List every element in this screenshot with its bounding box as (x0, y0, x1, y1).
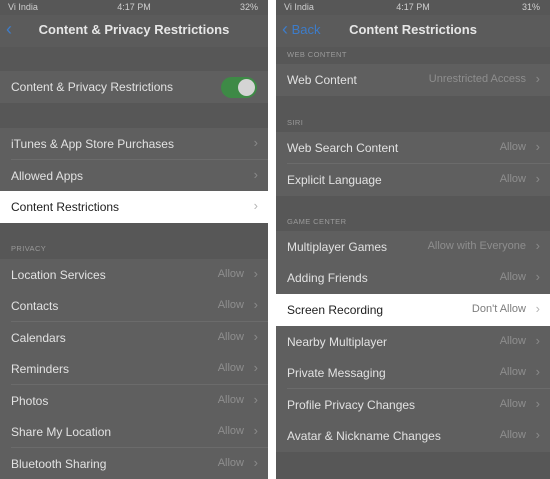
chevron-right-icon: › (535, 139, 540, 154)
itunes-purchases-row[interactable]: iTunes & App Store Purchases › (0, 128, 268, 160)
chevron-right-icon: › (535, 427, 540, 442)
row-label: iTunes & App Store Purchases (11, 137, 174, 151)
row-label: Profile Privacy Changes (287, 398, 416, 412)
row-label: Reminders (11, 362, 70, 376)
toggle-knob (238, 79, 255, 96)
chevron-right-icon: › (253, 135, 258, 150)
content-privacy-screen: Vi India 4:17 PM 32% ‹ Content & Privacy… (0, 0, 268, 479)
share-my-location-row[interactable]: Share My Location Allow › (0, 416, 268, 448)
siri-section-header: SIRI (287, 118, 304, 127)
row-value: Allow (217, 331, 244, 343)
row-value: Allow (499, 141, 526, 153)
chevron-right-icon: › (253, 198, 258, 213)
status-bar: Vi India 4:17 PM 32% (0, 0, 268, 15)
row-value: Unrestricted Access (428, 73, 526, 85)
row-label: Location Services (11, 268, 106, 282)
battery-percent: 31% (521, 2, 540, 12)
content-privacy-toggle-row[interactable]: Content & Privacy Restrictions (0, 71, 268, 103)
screen-recording-row[interactable]: Screen Recording Don't Allow › (276, 294, 550, 326)
content-restrictions-screen: Vi India 4:17 PM 31% ‹ Back Content Rest… (276, 0, 550, 479)
photos-row[interactable]: Photos Allow › (0, 385, 268, 417)
page-title: Content Restrictions (349, 22, 477, 37)
row-label: Nearby Multiplayer (287, 335, 388, 349)
row-label: Calendars (11, 331, 66, 345)
row-value: Allow (217, 299, 244, 311)
status-time: 4:17 PM (396, 2, 430, 12)
content-privacy-toggle[interactable] (221, 77, 257, 98)
chevron-right-icon: › (535, 238, 540, 253)
row-label: Contacts (11, 299, 59, 313)
web-search-content-row[interactable]: Web Search Content Allow › (276, 132, 550, 164)
row-label: Web Content (287, 73, 357, 87)
chevron-right-icon: › (253, 360, 258, 375)
row-value: Allow (217, 425, 244, 437)
chevron-right-icon: › (253, 297, 258, 312)
chevron-right-icon: › (535, 171, 540, 186)
avatar-nickname-changes-row[interactable]: Avatar & Nickname Changes Allow › (276, 420, 550, 452)
multiplayer-games-row[interactable]: Multiplayer Games Allow with Everyone › (276, 231, 550, 263)
nearby-multiplayer-row[interactable]: Nearby Multiplayer Allow › (276, 326, 550, 358)
status-bar: Vi India 4:17 PM 31% (276, 0, 550, 15)
row-value: Allow with Everyone (427, 240, 526, 252)
location-services-row[interactable]: Location Services Allow › (0, 259, 268, 291)
chevron-right-icon: › (253, 167, 258, 182)
row-value: Allow (499, 429, 526, 441)
explicit-language-row[interactable]: Explicit Language Allow › (276, 164, 550, 196)
row-label: Screen Recording (287, 303, 384, 317)
row-label: Adding Friends (287, 271, 368, 285)
row-value: Allow (217, 457, 244, 469)
chevron-right-icon: › (535, 396, 540, 411)
web-content-row[interactable]: Web Content Unrestricted Access › (276, 64, 550, 96)
row-label: Private Messaging (287, 366, 386, 380)
row-value: Allow (499, 271, 526, 283)
chevron-right-icon: › (535, 71, 540, 86)
web-content-section-header: WEB CONTENT (287, 50, 347, 59)
row-value: Allow (499, 335, 526, 347)
chevron-right-icon: › (253, 455, 258, 470)
chevron-right-icon: › (535, 269, 540, 284)
privacy-section-header: PRIVACY (11, 244, 47, 253)
battery-percent: 32% (239, 2, 258, 12)
row-label: Allowed Apps (11, 169, 84, 183)
game-center-section-header: GAME CENTER (287, 217, 347, 226)
row-value: Don't Allow (471, 303, 526, 315)
page-title: Content & Privacy Restrictions (38, 22, 230, 37)
row-value: Allow (499, 366, 526, 378)
row-value: Allow (217, 268, 244, 280)
row-value: Allow (499, 398, 526, 410)
profile-privacy-changes-row[interactable]: Profile Privacy Changes Allow › (276, 389, 550, 421)
chevron-right-icon: › (253, 329, 258, 344)
row-value: Allow (217, 362, 244, 374)
chevron-right-icon: › (535, 333, 540, 348)
private-messaging-row[interactable]: Private Messaging Allow › (276, 357, 550, 389)
nav-bar: ‹ Content & Privacy Restrictions (0, 15, 268, 47)
allowed-apps-row[interactable]: Allowed Apps › (0, 160, 268, 192)
row-label: Share My Location (11, 425, 112, 439)
chevron-right-icon: › (253, 423, 258, 438)
contacts-row[interactable]: Contacts Allow › (0, 290, 268, 322)
row-label: Web Search Content (287, 141, 399, 155)
toggle-label: Content & Privacy Restrictions (11, 80, 174, 94)
adding-friends-row[interactable]: Adding Friends Allow › (276, 262, 550, 294)
chevron-right-icon: › (253, 266, 258, 281)
row-label: Content Restrictions (11, 200, 120, 214)
row-label: Avatar & Nickname Changes (287, 429, 441, 443)
chevron-right-icon: › (535, 364, 540, 379)
row-label: Multiplayer Games (287, 240, 388, 254)
content-restrictions-row[interactable]: Content Restrictions › (0, 191, 268, 223)
status-time: 4:17 PM (117, 2, 151, 12)
row-value: Allow (499, 173, 526, 185)
reminders-row[interactable]: Reminders Allow › (0, 353, 268, 385)
nav-bar: ‹ Back Content Restrictions (276, 15, 550, 47)
row-label: Bluetooth Sharing (11, 457, 107, 471)
bluetooth-sharing-row[interactable]: Bluetooth Sharing Allow › (0, 448, 268, 479)
row-value: Allow (217, 394, 244, 406)
row-label: Explicit Language (287, 173, 382, 187)
chevron-right-icon: › (535, 301, 540, 316)
calendars-row[interactable]: Calendars Allow › (0, 322, 268, 354)
row-label: Photos (11, 394, 49, 408)
chevron-right-icon: › (253, 392, 258, 407)
